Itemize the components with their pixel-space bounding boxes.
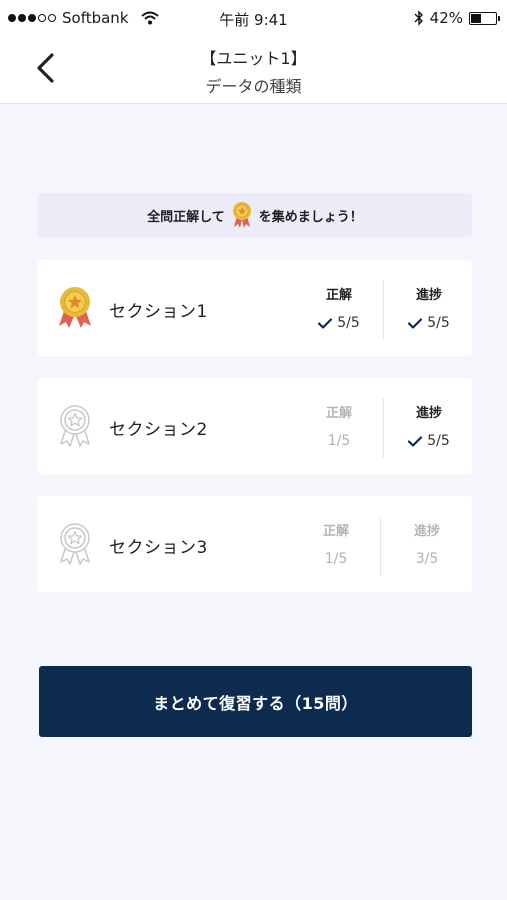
correct-value: 1/5 [327,433,351,449]
banner-text-before: 全問正解して [147,209,225,225]
column-divider [383,398,384,458]
bluetooth-icon [414,10,423,26]
correct-label: 正解 [325,406,352,421]
column-divider [383,280,384,340]
medal-outline-icon [60,523,90,565]
battery-percent: 42% [429,9,463,27]
correct-value: 1/5 [324,551,348,567]
check-icon [318,317,333,329]
progress-label: 進捗 [413,524,440,539]
gold-medal-icon [59,287,91,328]
column-divider [380,516,381,576]
battery-level [471,13,482,23]
section-card-3[interactable]: セクション3 正解 1/5 進捗 3/5 [38,496,472,592]
correct-column: 正解 5/5 [309,284,369,331]
progress-value: 3/5 [415,551,439,567]
progress-value: 5/5 [399,433,459,449]
progress-value: 5/5 [399,315,459,331]
navigation-header: 【ユニット1】 データの種類 [0,36,507,104]
correct-column: 正解 1/5 [309,402,369,449]
section-name: セクション2 [109,420,208,440]
review-all-button[interactable]: まとめて復習する（15問） [39,666,472,737]
banner-text-after: を集めましょう！ [258,209,363,225]
check-icon [408,317,423,329]
section-name: セクション1 [109,302,208,322]
progress-column: 進捗 5/5 [399,284,459,331]
gold-medal-icon [232,202,251,228]
progress-column: 進捗 5/5 [399,402,459,449]
correct-label: 正解 [322,524,349,539]
battery-icon [469,11,500,25]
correct-value: 5/5 [309,315,369,331]
medal-hint-banner: 全問正解して を集めましょう！ [38,193,472,237]
page-subtitle: データの種類 [205,77,302,96]
page-title: 【ユニット1】 [200,49,307,68]
correct-label: 正解 [325,288,352,303]
medal-outline-icon [60,405,90,447]
section-card-2[interactable]: セクション2 正解 1/5 進捗 5/5 [38,378,472,474]
section-card-1[interactable]: セクション1 正解 5/5 進捗 5/5 [38,260,472,356]
progress-label: 進捗 [415,406,442,421]
status-bar: Softbank 午前 9:41 42% [0,0,507,36]
status-right: 42% [414,9,500,27]
check-icon [408,435,423,447]
progress-label: 進捗 [415,288,442,303]
correct-column: 正解 1/5 [306,520,366,567]
section-name: セクション3 [109,538,208,558]
progress-column: 進捗 3/5 [397,520,457,567]
